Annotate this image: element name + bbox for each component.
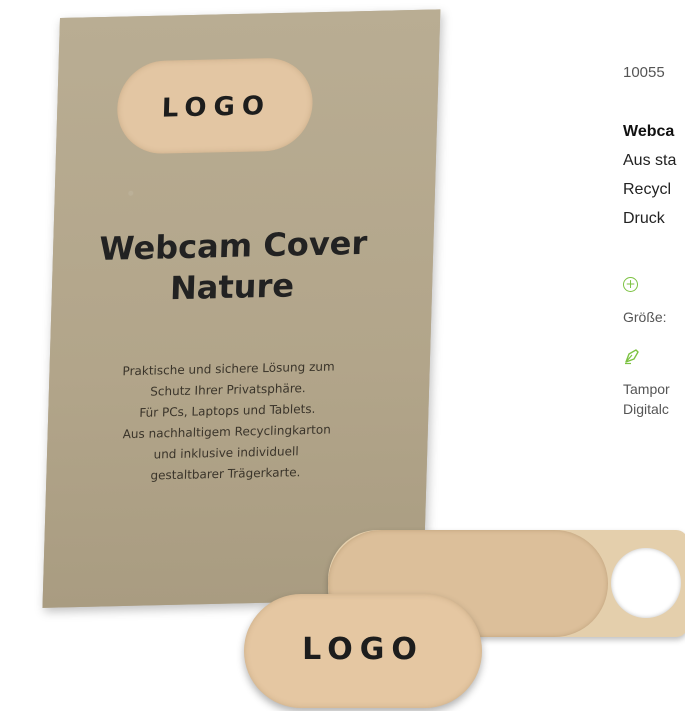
card-title-line2: Nature bbox=[169, 266, 295, 308]
card-description: Praktische und sichere Lösung zum Schutz… bbox=[70, 355, 384, 488]
pen-nib-icon bbox=[625, 349, 639, 365]
product-image: LOGO Webcam Cover Nature Praktische und … bbox=[0, 0, 685, 711]
product-info: 10055 Webca Aus sta Recycl Druck + Größe… bbox=[623, 0, 685, 711]
product-title: Webca bbox=[623, 123, 675, 140]
card-title: Webcam Cover Nature bbox=[71, 222, 394, 311]
front-webcam-cover: LOGO bbox=[244, 594, 482, 708]
front-logo-text: LOGO bbox=[302, 632, 424, 667]
display-card: LOGO Webcam Cover Nature Praktische und … bbox=[42, 9, 441, 608]
plus-circle-icon[interactable]: + bbox=[623, 277, 638, 292]
card-title-line1: Webcam Cover bbox=[98, 223, 368, 268]
print-method-line: Digitalc bbox=[623, 401, 669, 417]
size-label: Größe: bbox=[623, 309, 667, 325]
card-logo-text: LOGO bbox=[161, 91, 272, 124]
product-desc-line: Aus sta bbox=[623, 152, 677, 169]
article-number: 10055 bbox=[623, 64, 665, 81]
product-desc-line: Recycl bbox=[623, 181, 672, 198]
product-desc-line: Druck bbox=[623, 210, 665, 227]
print-method-line: Tampor bbox=[623, 381, 670, 397]
